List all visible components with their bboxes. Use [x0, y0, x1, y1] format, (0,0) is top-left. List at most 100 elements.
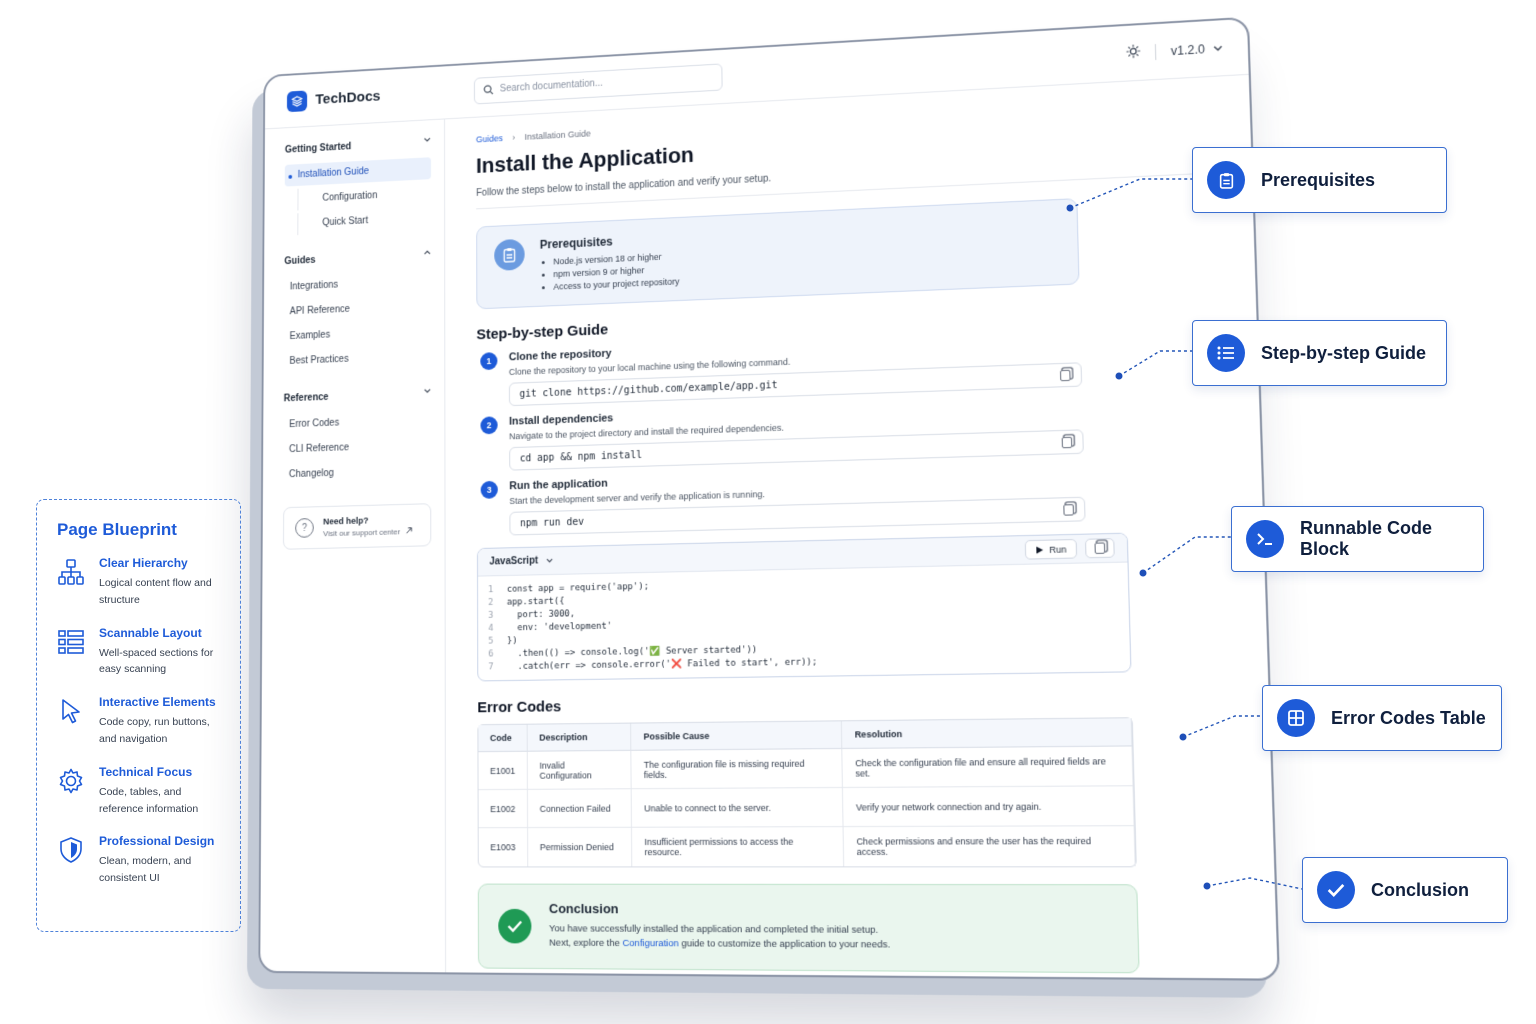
copy-icon[interactable] — [1062, 436, 1073, 448]
docs-window: TechDocs Search documentation... v1.2.0 … — [258, 17, 1280, 981]
sidebar-group-reference: Reference Error Codes CLI Reference Chan… — [283, 388, 431, 486]
search-icon — [483, 84, 493, 95]
blueprint-item-title: Interactive Elements — [99, 695, 219, 709]
chevron-down-icon — [424, 388, 432, 393]
language-select[interactable]: JavaScript — [489, 555, 552, 567]
conclusion-text: guide to customize the application to yo… — [681, 938, 890, 951]
search-input[interactable]: Search documentation... — [474, 63, 723, 104]
chevron-up-icon — [424, 250, 432, 255]
blueprint-item: Scannable Layout Well-spaced sections fo… — [57, 626, 240, 679]
column-header: Possible Cause — [632, 721, 843, 750]
sidebar-item-cli-reference[interactable]: CLI Reference — [283, 434, 431, 461]
copy-code-button[interactable] — [1085, 538, 1115, 558]
column-header: Code — [478, 725, 527, 752]
clipboard-icon — [494, 239, 524, 271]
breadcrumb-current: Installation Guide — [525, 129, 591, 142]
prerequisites-card: Prerequisites Node.js version 18 or high… — [476, 198, 1079, 309]
conclusion-line-2: Next, explore the Configuration guide to… — [549, 937, 890, 954]
docs-page-mockup: TechDocs Search documentation... v1.2.0 … — [258, 17, 1280, 981]
breadcrumb-parent[interactable]: Guides — [476, 133, 503, 144]
cell-cause: Insufficient permissions to access the r… — [632, 827, 844, 866]
step-number: 1 — [480, 352, 497, 370]
sidebar-group-toggle[interactable]: Reference — [284, 388, 431, 404]
line-number: 1 — [478, 584, 507, 597]
sidebar-group-guides: Guides Integrations API Reference Exampl… — [284, 250, 431, 373]
sidebar-item-configuration[interactable]: Configuration — [297, 182, 431, 211]
sidebar-item-integrations[interactable]: Integrations — [284, 270, 431, 298]
blueprint-item: Clear Hierarchy Logical content flow and… — [57, 556, 240, 609]
app-name: TechDocs — [315, 88, 380, 108]
blueprint-item-desc: Logical content flow and structure — [99, 575, 219, 609]
copy-icon — [1094, 542, 1105, 554]
cell-description: Connection Failed — [528, 789, 632, 828]
runnable-code-block: JavaScript Run 1 const app = require('ap… — [477, 533, 1132, 682]
main-content: Guides › Installation Guide Install the … — [476, 95, 1245, 979]
help-link[interactable]: Visit our support center — [323, 527, 400, 538]
command-text: git clone https://github.com/example/app… — [519, 380, 777, 400]
table-icon — [1277, 699, 1315, 737]
conclusion-title: Conclusion — [549, 901, 890, 917]
sidebar-item-changelog[interactable]: Changelog — [283, 459, 431, 486]
code-text: port: 3000, — [507, 608, 575, 622]
error-codes-table: Code Description Possible Cause Resoluti… — [477, 717, 1136, 867]
blueprint-item-desc: Code, tables, and reference information — [99, 784, 219, 818]
list-item: Access to your project repository — [553, 277, 679, 292]
blueprint-item-title: Clear Hierarchy — [99, 556, 219, 570]
language-label: JavaScript — [489, 556, 538, 568]
callout-label: Runnable Code Block — [1300, 518, 1483, 560]
callout-label: Step-by-step Guide — [1261, 343, 1426, 364]
line-number: 3 — [478, 610, 507, 623]
help-subtitle: Visit our support center — [323, 527, 413, 538]
blueprint-item-desc: Code copy, run buttons, and navigation — [99, 714, 219, 748]
code-text: app.start({ — [507, 596, 565, 610]
callout-error-codes-table: Error Codes Table — [1262, 685, 1502, 751]
sidebar-group-toggle[interactable]: Guides — [284, 250, 431, 267]
sidebar-item-error-codes[interactable]: Error Codes — [284, 409, 432, 436]
run-button[interactable]: Run — [1025, 539, 1077, 560]
blueprint-item-desc: Clean, modern, and consistent UI — [99, 853, 219, 887]
column-header: Description — [528, 724, 632, 752]
sidebar-item-quick-start[interactable]: Quick Start — [297, 207, 431, 235]
callout-step-by-step: Step-by-step Guide — [1192, 320, 1447, 386]
table-row: E1001 Invalid Configuration The configur… — [478, 746, 1133, 790]
cell-cause: Unable to connect to the server. — [632, 788, 844, 828]
column-header: Resolution — [842, 718, 1132, 749]
sidebar-item-best-practices[interactable]: Best Practices — [284, 345, 431, 373]
line-number: 2 — [478, 597, 507, 610]
configuration-link[interactable]: Configuration — [622, 938, 678, 950]
sidebar-group-toggle[interactable]: Getting Started — [285, 137, 431, 155]
shield-icon — [57, 834, 85, 887]
blueprint-item-desc: Well-spaced sections for easy scanning — [99, 645, 219, 679]
version-select[interactable]: v1.2.0 — [1171, 41, 1223, 58]
table-row: E1002 Connection Failed Unable to connec… — [479, 786, 1135, 828]
copy-icon[interactable] — [1063, 504, 1074, 516]
page-blueprint-panel: Page Blueprint Clear Hierarchy Logical c… — [36, 499, 241, 932]
theme-toggle[interactable] — [1126, 44, 1141, 62]
line-number: 6 — [478, 648, 507, 661]
sidebar: Getting Started Installation Guide Confi… — [260, 119, 446, 972]
copy-icon[interactable] — [1060, 369, 1071, 381]
help-card[interactable]: ? Need help? Visit our support center — [283, 503, 431, 550]
breadcrumb-separator: › — [512, 133, 515, 143]
check-icon — [498, 909, 531, 944]
callout-conclusion: Conclusion — [1302, 857, 1508, 923]
line-number: 5 — [478, 635, 507, 648]
blueprint-item: Interactive Elements Code copy, run butt… — [57, 695, 240, 748]
code-text: env: 'development' — [507, 621, 612, 636]
sidebar-item-examples[interactable]: Examples — [284, 320, 431, 348]
cell-code: E1003 — [479, 828, 529, 866]
error-codes-heading: Error Codes — [477, 690, 1236, 716]
blueprint-title: Page Blueprint — [57, 520, 240, 540]
callout-runnable-code-block: Runnable Code Block — [1231, 506, 1484, 572]
logo-icon — [287, 90, 307, 112]
hierarchy-icon — [57, 556, 85, 609]
clipboard-icon — [1207, 161, 1245, 199]
chevron-down-icon — [546, 558, 553, 563]
cell-cause: The configuration file is missing requir… — [632, 749, 844, 789]
code-text: }) — [507, 635, 517, 648]
cursor-icon — [57, 695, 85, 748]
blueprint-item: Technical Focus Code, tables, and refere… — [57, 765, 240, 818]
step-3: 3 Run the application Start the developm… — [477, 464, 1086, 536]
sidebar-item-api-reference[interactable]: API Reference — [284, 295, 431, 323]
blueprint-item-title: Professional Design — [99, 834, 219, 848]
